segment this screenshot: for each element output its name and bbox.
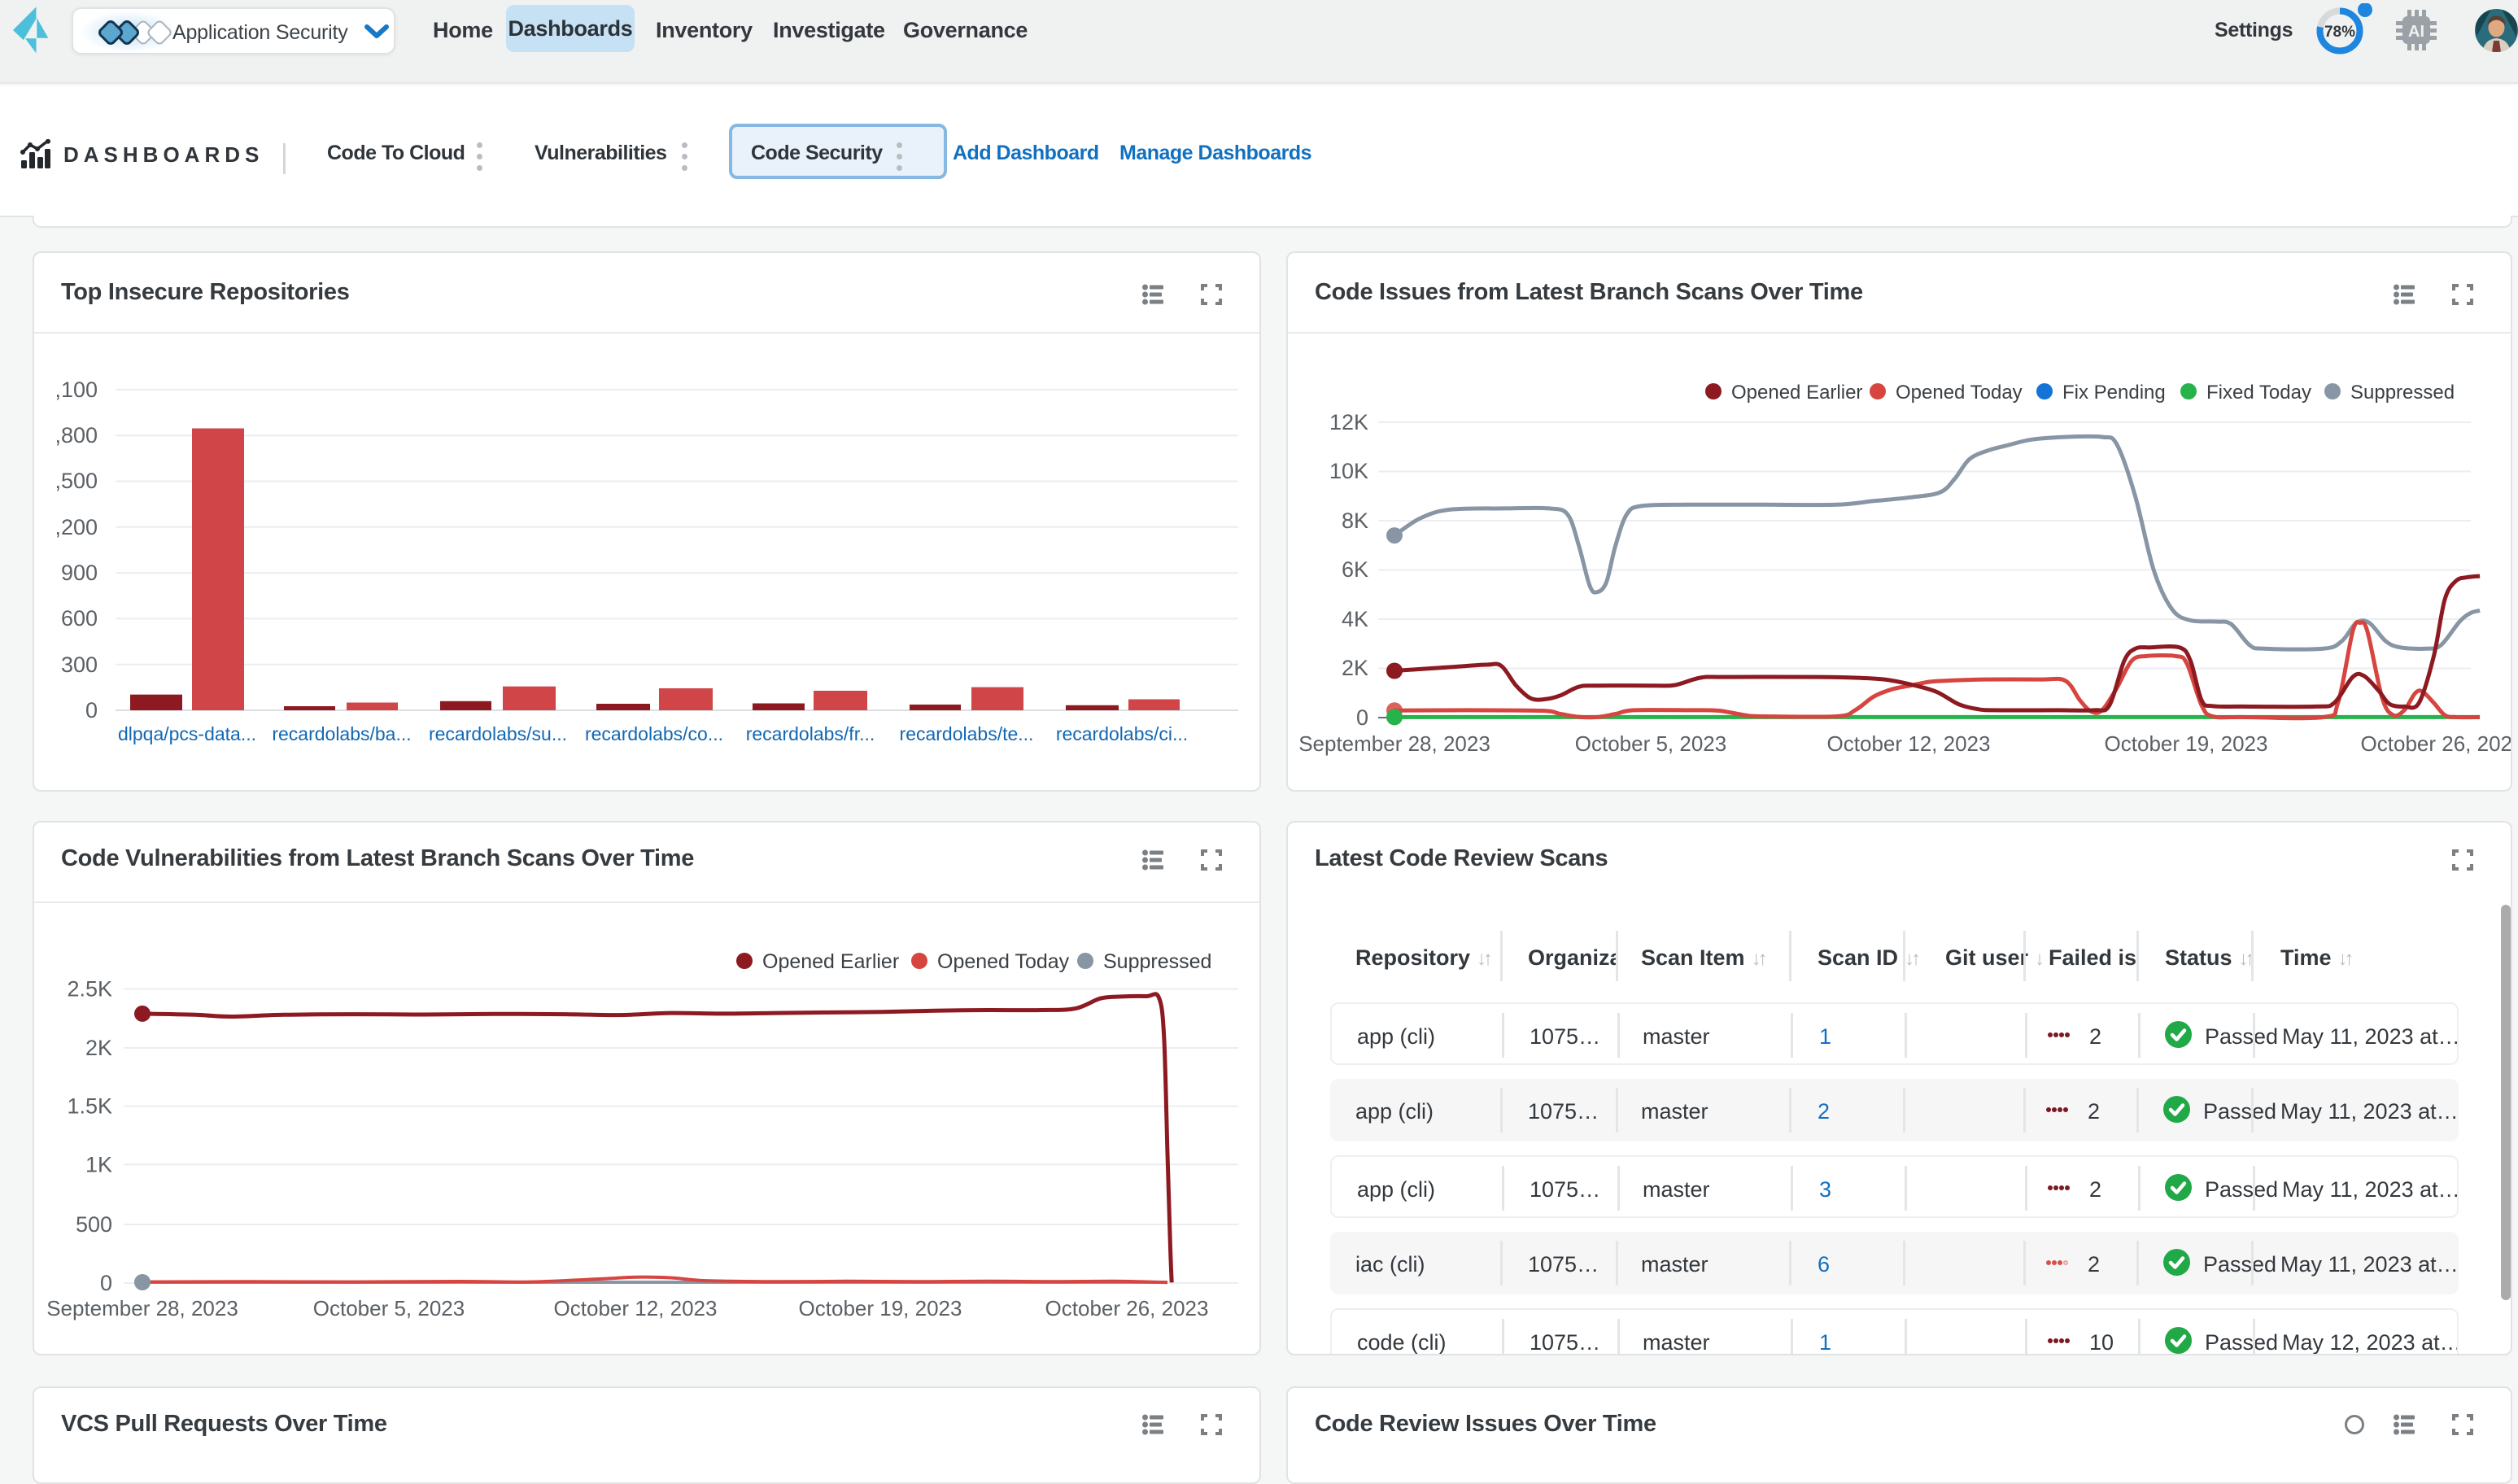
svg-text:1.5K: 1.5K: [67, 1094, 112, 1119]
svg-text:,500: ,500: [55, 469, 98, 493]
svg-text:October 19, 2023: October 19, 2023: [799, 1296, 962, 1320]
svg-text:recardolabs/ci...: recardolabs/ci...: [1056, 723, 1188, 744]
svg-text:6K: 6K: [1342, 557, 1368, 582]
svg-text:,100: ,100: [55, 378, 98, 402]
svg-text:4K: 4K: [1342, 607, 1368, 631]
svg-text:recardolabs/fr...: recardolabs/fr...: [746, 723, 875, 744]
svg-text:October 26, 2023: October 26, 2023: [1045, 1296, 1209, 1320]
svg-text:AI: AI: [2408, 23, 2424, 41]
svg-text:2K: 2K: [85, 1036, 112, 1060]
svg-text:,800: ,800: [55, 423, 98, 447]
svg-text:Fix Pending: Fix Pending: [2062, 382, 2166, 404]
svg-text:2.5K: 2.5K: [67, 977, 112, 1002]
svg-text:500: 500: [76, 1212, 112, 1237]
svg-text:October 19, 2023: October 19, 2023: [2105, 731, 2268, 756]
svg-text:recardolabs/te...: recardolabs/te...: [900, 723, 1034, 744]
svg-text:September 28, 2023: September 28, 2023: [1298, 731, 1490, 756]
svg-text:900: 900: [61, 561, 98, 585]
svg-text:Opened Today: Opened Today: [937, 950, 1070, 973]
svg-text:,200: ,200: [55, 515, 98, 539]
svg-text:October 5, 2023: October 5, 2023: [313, 1296, 465, 1320]
svg-text:September 28, 2023: September 28, 2023: [46, 1296, 238, 1320]
svg-text:10K: 10K: [1329, 459, 1368, 483]
svg-text:October 26, 2023: October 26, 2023: [2361, 731, 2511, 756]
svg-text:0: 0: [100, 1271, 112, 1295]
svg-text:Opened Earlier: Opened Earlier: [762, 950, 899, 973]
svg-text:recardolabs/su...: recardolabs/su...: [429, 723, 567, 744]
svg-text:recardolabs/co...: recardolabs/co...: [585, 723, 723, 744]
svg-text:300: 300: [61, 653, 98, 677]
svg-text:Fixed Today: Fixed Today: [2206, 382, 2311, 404]
svg-text:0: 0: [85, 698, 98, 722]
svg-text:8K: 8K: [1342, 508, 1368, 533]
svg-text:78%: 78%: [2324, 24, 2355, 41]
svg-text:Opened Today: Opened Today: [1896, 382, 2023, 404]
svg-text:Suppressed: Suppressed: [2350, 382, 2455, 404]
svg-text:1K: 1K: [85, 1152, 112, 1176]
svg-text:0: 0: [1356, 705, 1368, 730]
svg-text:recardolabs/ba...: recardolabs/ba...: [272, 723, 411, 744]
svg-text:12K: 12K: [1329, 410, 1368, 434]
svg-text:600: 600: [61, 606, 98, 631]
svg-text:2K: 2K: [1342, 656, 1368, 680]
svg-text:Opened Earlier: Opened Earlier: [1731, 382, 1862, 404]
svg-text:October 12, 2023: October 12, 2023: [554, 1296, 718, 1320]
svg-text:Suppressed: Suppressed: [1103, 950, 1211, 973]
svg-text:October 12, 2023: October 12, 2023: [1827, 731, 1991, 756]
svg-text:dlpqa/pcs-data...: dlpqa/pcs-data...: [118, 723, 256, 744]
svg-text:October 5, 2023: October 5, 2023: [1575, 731, 1726, 756]
